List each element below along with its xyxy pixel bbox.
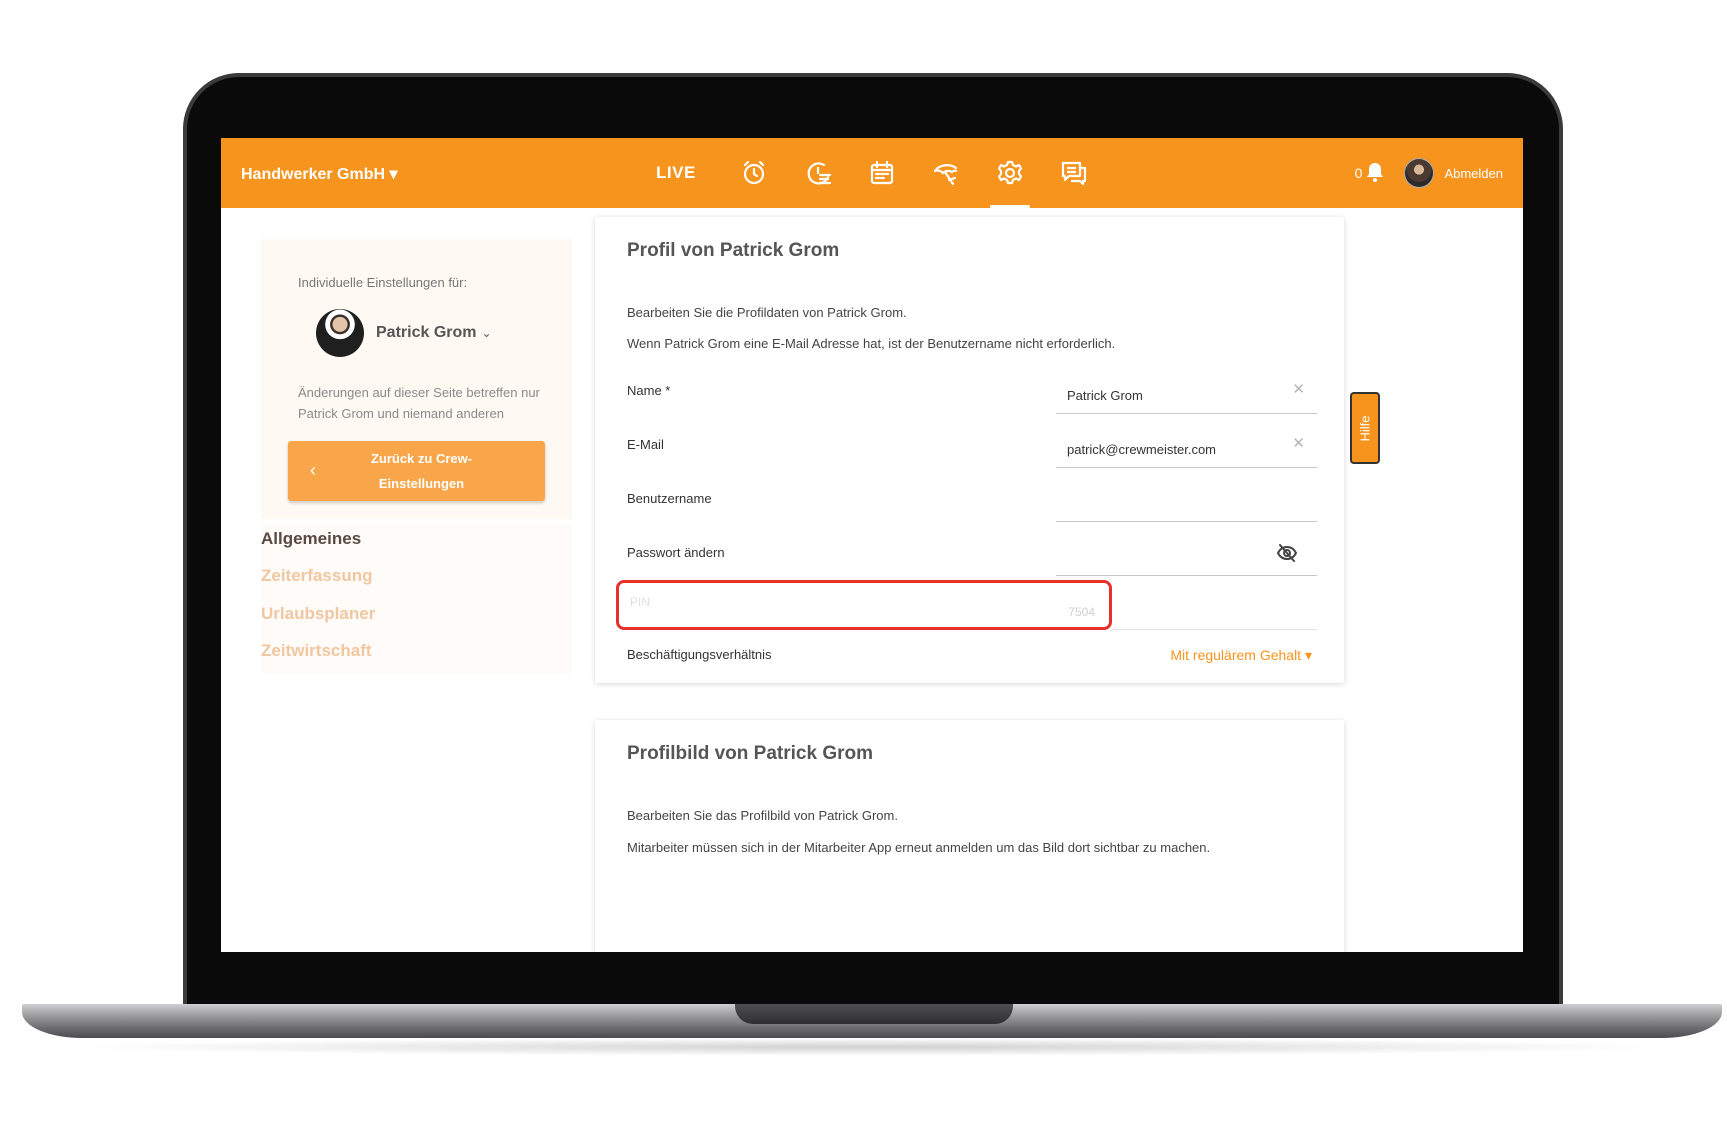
- laptop-notch: [735, 1004, 1013, 1024]
- name-label: Name *: [627, 383, 671, 398]
- settings-menu: Allgemeines Zeiterfassung Urlaubsplaner …: [261, 524, 572, 674]
- user-avatar[interactable]: [1404, 158, 1435, 188]
- chat-icon[interactable]: [1058, 157, 1090, 189]
- email-label: E-Mail: [627, 437, 664, 452]
- user-settings-card: Individuelle Einstellungen für: Patrick …: [261, 239, 572, 519]
- profile-picture-title: Profilbild von Patrick Grom: [627, 743, 873, 764]
- menu-item-zeiterfassung[interactable]: Zeiterfassung: [261, 566, 372, 586]
- back-to-crew-settings-button[interactable]: ‹ Zurück zu Crew-Einstellungen: [288, 441, 545, 501]
- selected-user-name: Patrick Grom: [376, 324, 477, 341]
- username-label: Benutzername: [627, 491, 712, 506]
- profile-title: Profil von Patrick Grom: [627, 240, 840, 261]
- email-value: patrick@crewmeister.com: [1067, 442, 1217, 457]
- pin-label: PIN: [630, 595, 651, 609]
- logout-link[interactable]: Abmelden: [1444, 166, 1503, 181]
- menu-item-allgemeines[interactable]: Allgemeines: [261, 529, 361, 549]
- calendar-icon[interactable]: [866, 157, 898, 189]
- employment-dropdown[interactable]: Mit regulärem Gehalt ▾: [1170, 647, 1312, 664]
- close-icon[interactable]: ✕: [1292, 434, 1305, 452]
- employment-label: Beschäftigungsverhältnis: [627, 647, 772, 662]
- menu-item-urlaubsplaner[interactable]: Urlaubsplaner: [261, 604, 375, 624]
- company-selector[interactable]: Handwerker GmbH ▾: [241, 164, 398, 184]
- chevron-down-icon: ⌄: [481, 326, 492, 340]
- help-tab[interactable]: Hilfe: [1350, 392, 1380, 464]
- chevron-left-icon: ‹: [310, 460, 316, 480]
- profile-picture-card: Profilbild von Patrick Grom Bearbeiten S…: [595, 720, 1344, 952]
- eye-off-icon[interactable]: [1276, 544, 1298, 562]
- menu-item-zeitwirtschaft[interactable]: Zeitwirtschaft: [261, 641, 372, 661]
- pin-underline: [1112, 629, 1317, 630]
- nav-live[interactable]: LIVE: [656, 163, 696, 183]
- user-selector[interactable]: Patrick Grom ⌄: [316, 309, 492, 357]
- profile-description: Bearbeiten Sie die Profildaten von Patri…: [627, 305, 907, 320]
- name-input[interactable]: Patrick Grom ✕: [1056, 372, 1317, 414]
- app-screen: Handwerker GmbH ▾ LIVE 0 Abmelden Indivi…: [221, 138, 1523, 952]
- email-input[interactable]: patrick@crewmeister.com ✕: [1056, 426, 1317, 468]
- help-tab-label: Hilfe: [1357, 414, 1373, 442]
- password-input[interactable]: [1056, 534, 1317, 576]
- change-note: Änderungen auf dieser Seite betreffen nu…: [298, 385, 540, 421]
- individual-settings-label: Individuelle Einstellungen für:: [298, 275, 468, 290]
- back-button-label: Zurück zu Crew-Einstellungen: [370, 451, 473, 491]
- gear-icon[interactable]: [989, 157, 1030, 208]
- alarm-clock-icon[interactable]: [738, 157, 770, 189]
- bell-icon[interactable]: [1366, 162, 1384, 185]
- close-icon[interactable]: ✕: [1292, 380, 1305, 398]
- profile-card: Profil von Patrick Grom Bearbeiten Sie d…: [595, 217, 1344, 683]
- timeline-icon[interactable]: [802, 157, 834, 189]
- pin-value: 7504: [1068, 605, 1095, 619]
- main-nav: LIVE: [656, 138, 1106, 208]
- notification-count: 0: [1354, 165, 1363, 181]
- password-label: Passwort ändern: [627, 545, 725, 560]
- user-avatar-large: [316, 309, 364, 357]
- top-navigation-bar: Handwerker GmbH ▾ LIVE 0 Abmelden: [221, 138, 1523, 208]
- beach-umbrella-icon[interactable]: [930, 157, 962, 189]
- user-area: 0 Abmelden: [1355, 138, 1503, 208]
- pin-field-highlight[interactable]: PIN 7504: [616, 580, 1112, 630]
- laptop-shadow: [60, 1038, 1680, 1056]
- username-input[interactable]: [1056, 480, 1317, 522]
- profile-picture-description: Bearbeiten Sie das Profilbild von Patric…: [627, 808, 898, 823]
- profile-email-note: Wenn Patrick Grom eine E-Mail Adresse ha…: [627, 336, 1116, 351]
- profile-picture-note: Mitarbeiter müssen sich in der Mitarbeit…: [627, 840, 1211, 855]
- name-value: Patrick Grom: [1067, 388, 1143, 403]
